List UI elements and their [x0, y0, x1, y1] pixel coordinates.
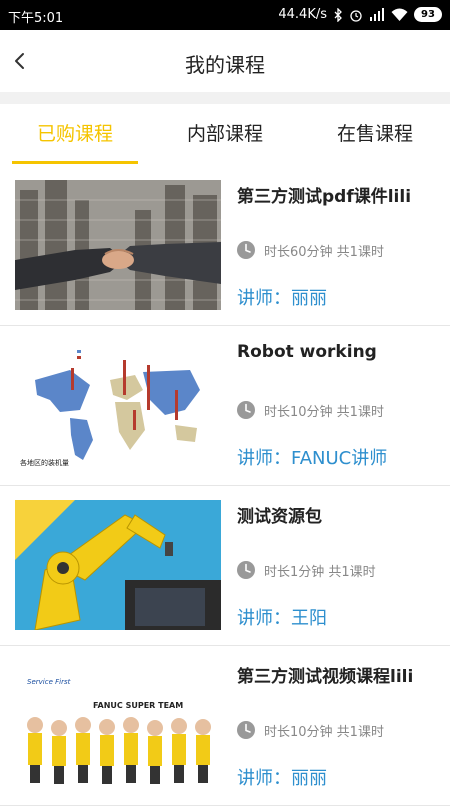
- course-title: 测试资源包: [237, 507, 322, 527]
- section-divider: [0, 92, 450, 104]
- network-speed: 44.4K/s: [278, 7, 327, 22]
- course-tabs: 已购课程 内部课程 在售课程: [0, 104, 450, 166]
- tab-on-sale[interactable]: 在售课程: [300, 104, 450, 164]
- course-item[interactable]: 各地区的装机量 Robot working 时长10分钟 共1课时 讲师：FAN…: [0, 326, 450, 486]
- course-list: 第三方测试pdf课件lili 时长60分钟 共1课时 讲师：丽丽 各地区的装机量…: [0, 166, 450, 806]
- course-title: Robot working: [237, 342, 377, 362]
- course-meta: 时长10分钟 共1课时: [236, 400, 384, 420]
- yellow-robot-arm-image: [15, 500, 221, 630]
- alarm-icon: [350, 9, 362, 22]
- course-title: 第三方测试pdf课件lili: [237, 187, 412, 207]
- signal-icon: [370, 8, 384, 21]
- app-header: 我的课程: [0, 30, 450, 92]
- clock-icon: [237, 401, 255, 419]
- course-title: 第三方测试视频课程lili: [237, 667, 414, 687]
- course-meta: 时长10分钟 共1课时: [236, 720, 384, 740]
- course-teacher: 讲师：FANUC讲师: [237, 448, 388, 469]
- course-teacher: 讲师：丽丽: [237, 288, 327, 309]
- fanuc-super-team-text: FANUC SUPER TEAM: [93, 701, 183, 710]
- status-icons: 44.4K/s 93: [278, 7, 442, 22]
- status-bar: 下午5:01 44.4K/s 93: [0, 0, 450, 30]
- page-title: 我的课程: [185, 53, 265, 77]
- tab-internal[interactable]: 内部课程: [150, 104, 300, 164]
- course-item[interactable]: 测试资源包 时长1分钟 共1课时 讲师：王阳: [0, 486, 450, 646]
- course-teacher: 讲师：王阳: [237, 608, 327, 629]
- course-duration: 时长10分钟 共1课时: [264, 404, 384, 420]
- course-thumbnail: Service First FANUC SUPER TEAM: [15, 660, 221, 790]
- course-thumbnail: 各地区的装机量: [15, 340, 221, 470]
- clock-icon: [237, 721, 255, 739]
- active-tab-indicator: [12, 161, 138, 164]
- map-caption: 各地区的装机量: [20, 458, 69, 467]
- course-thumbnail: [15, 180, 221, 310]
- service-first-text: Service First: [27, 678, 71, 686]
- wifi-icon: [391, 8, 408, 21]
- battery-icon: 93: [414, 7, 442, 22]
- course-duration: 时长60分钟 共1课时: [264, 244, 384, 260]
- course-teacher: 讲师：丽丽: [237, 768, 327, 789]
- world-map-image: 各地区的装机量: [15, 340, 221, 470]
- course-thumbnail: [15, 500, 221, 630]
- clock-icon: [237, 561, 255, 579]
- course-item[interactable]: Service First FANUC SUPER TEAM 第三方测试视频课程…: [0, 646, 450, 806]
- handshake-city-image: [15, 180, 221, 310]
- fanuc-team-image: Service First FANUC SUPER TEAM: [15, 660, 221, 790]
- tab-purchased[interactable]: 已购课程: [0, 104, 150, 164]
- course-duration: 时长1分钟 共1课时: [264, 564, 376, 580]
- course-duration: 时长10分钟 共1课时: [264, 724, 384, 740]
- course-meta: 时长60分钟 共1课时: [236, 240, 384, 260]
- course-item[interactable]: 第三方测试pdf课件lili 时长60分钟 共1课时 讲师：丽丽: [0, 166, 450, 326]
- clock-icon: [237, 241, 255, 259]
- status-time: 下午5:01: [8, 11, 64, 26]
- course-meta: 时长1分钟 共1课时: [236, 560, 376, 580]
- bluetooth-icon: [334, 7, 342, 22]
